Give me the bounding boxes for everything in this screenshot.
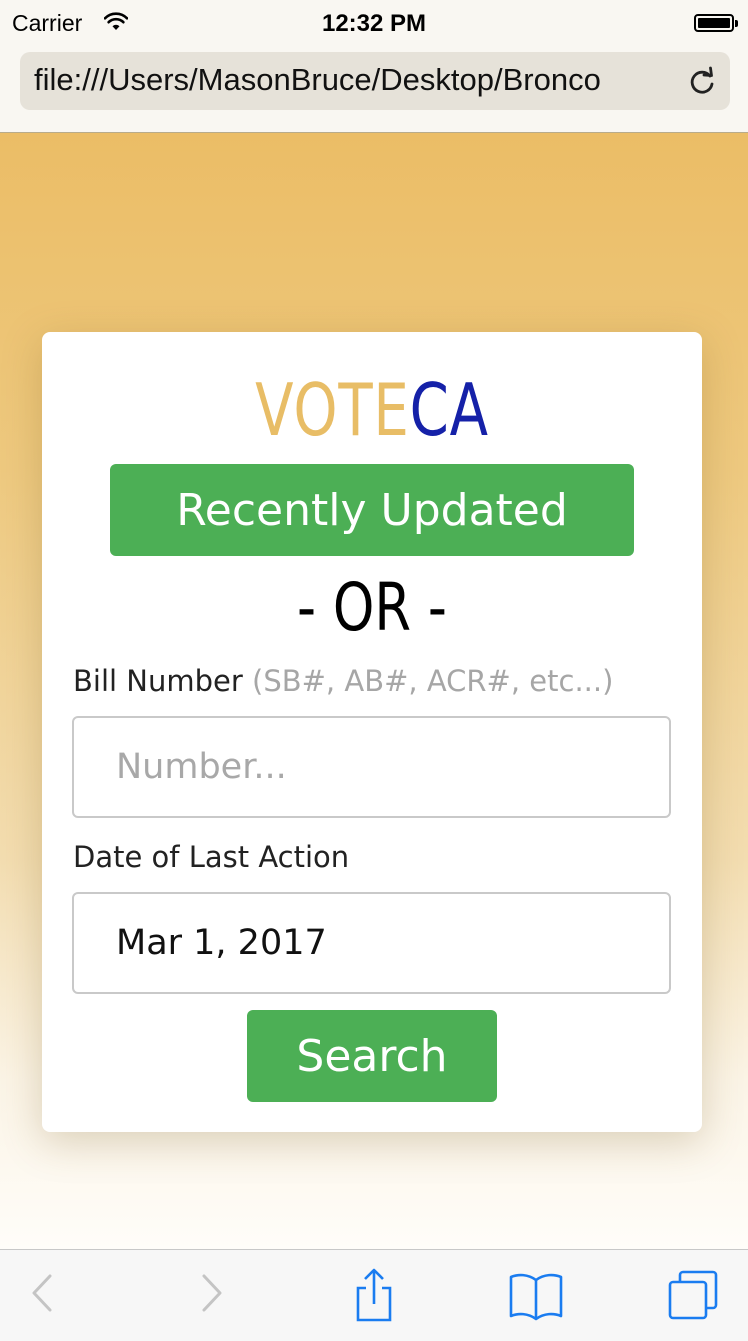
bill-number-hint: (SB#, AB#, ACR#, etc...) [252,664,614,698]
bookmarks-icon[interactable] [508,1268,564,1328]
forward-icon[interactable] [196,1268,226,1322]
bill-number-label: Bill Number (SB#, AB#, ACR#, etc...) [73,664,613,698]
date-value[interactable]: Mar 1, 2017 [116,894,327,992]
address-bar[interactable]: file:///Users/MasonBruce/Desktop/Bronco [20,52,730,110]
status-bar: Carrier 12:32 PM [0,0,748,48]
search-button[interactable]: Search [247,1010,497,1102]
bottom-toolbar [0,1249,748,1341]
bill-number-placeholder[interactable]: Number... [116,718,287,816]
bill-number-input[interactable]: Number... [72,716,671,818]
clock: 12:32 PM [321,10,427,37]
date-label: Date of Last Action [73,840,350,874]
page-background: VOTECA Recently Updated - OR - Bill Numb… [0,133,748,1249]
date-input[interactable]: Mar 1, 2017 [72,892,671,994]
url-text[interactable]: file:///Users/MasonBruce/Desktop/Bronco [34,62,674,98]
battery-icon [694,14,738,32]
share-icon[interactable] [352,1268,396,1328]
back-icon[interactable] [28,1268,58,1322]
or-separator: - OR - [297,569,447,646]
voteca-logo: VOTECA [115,370,630,450]
tabs-icon[interactable] [666,1268,722,1328]
bill-number-label-text: Bill Number [73,664,243,698]
search-card: VOTECA Recently Updated - OR - Bill Numb… [42,332,702,1132]
reload-icon[interactable] [686,66,718,98]
browser-chrome: Carrier 12:32 PM file:///Users/MasonBruc… [0,0,748,133]
recently-updated-button[interactable]: Recently Updated [110,464,634,556]
logo-ca: CA [409,368,489,452]
logo-vote: VOTE [255,368,410,452]
